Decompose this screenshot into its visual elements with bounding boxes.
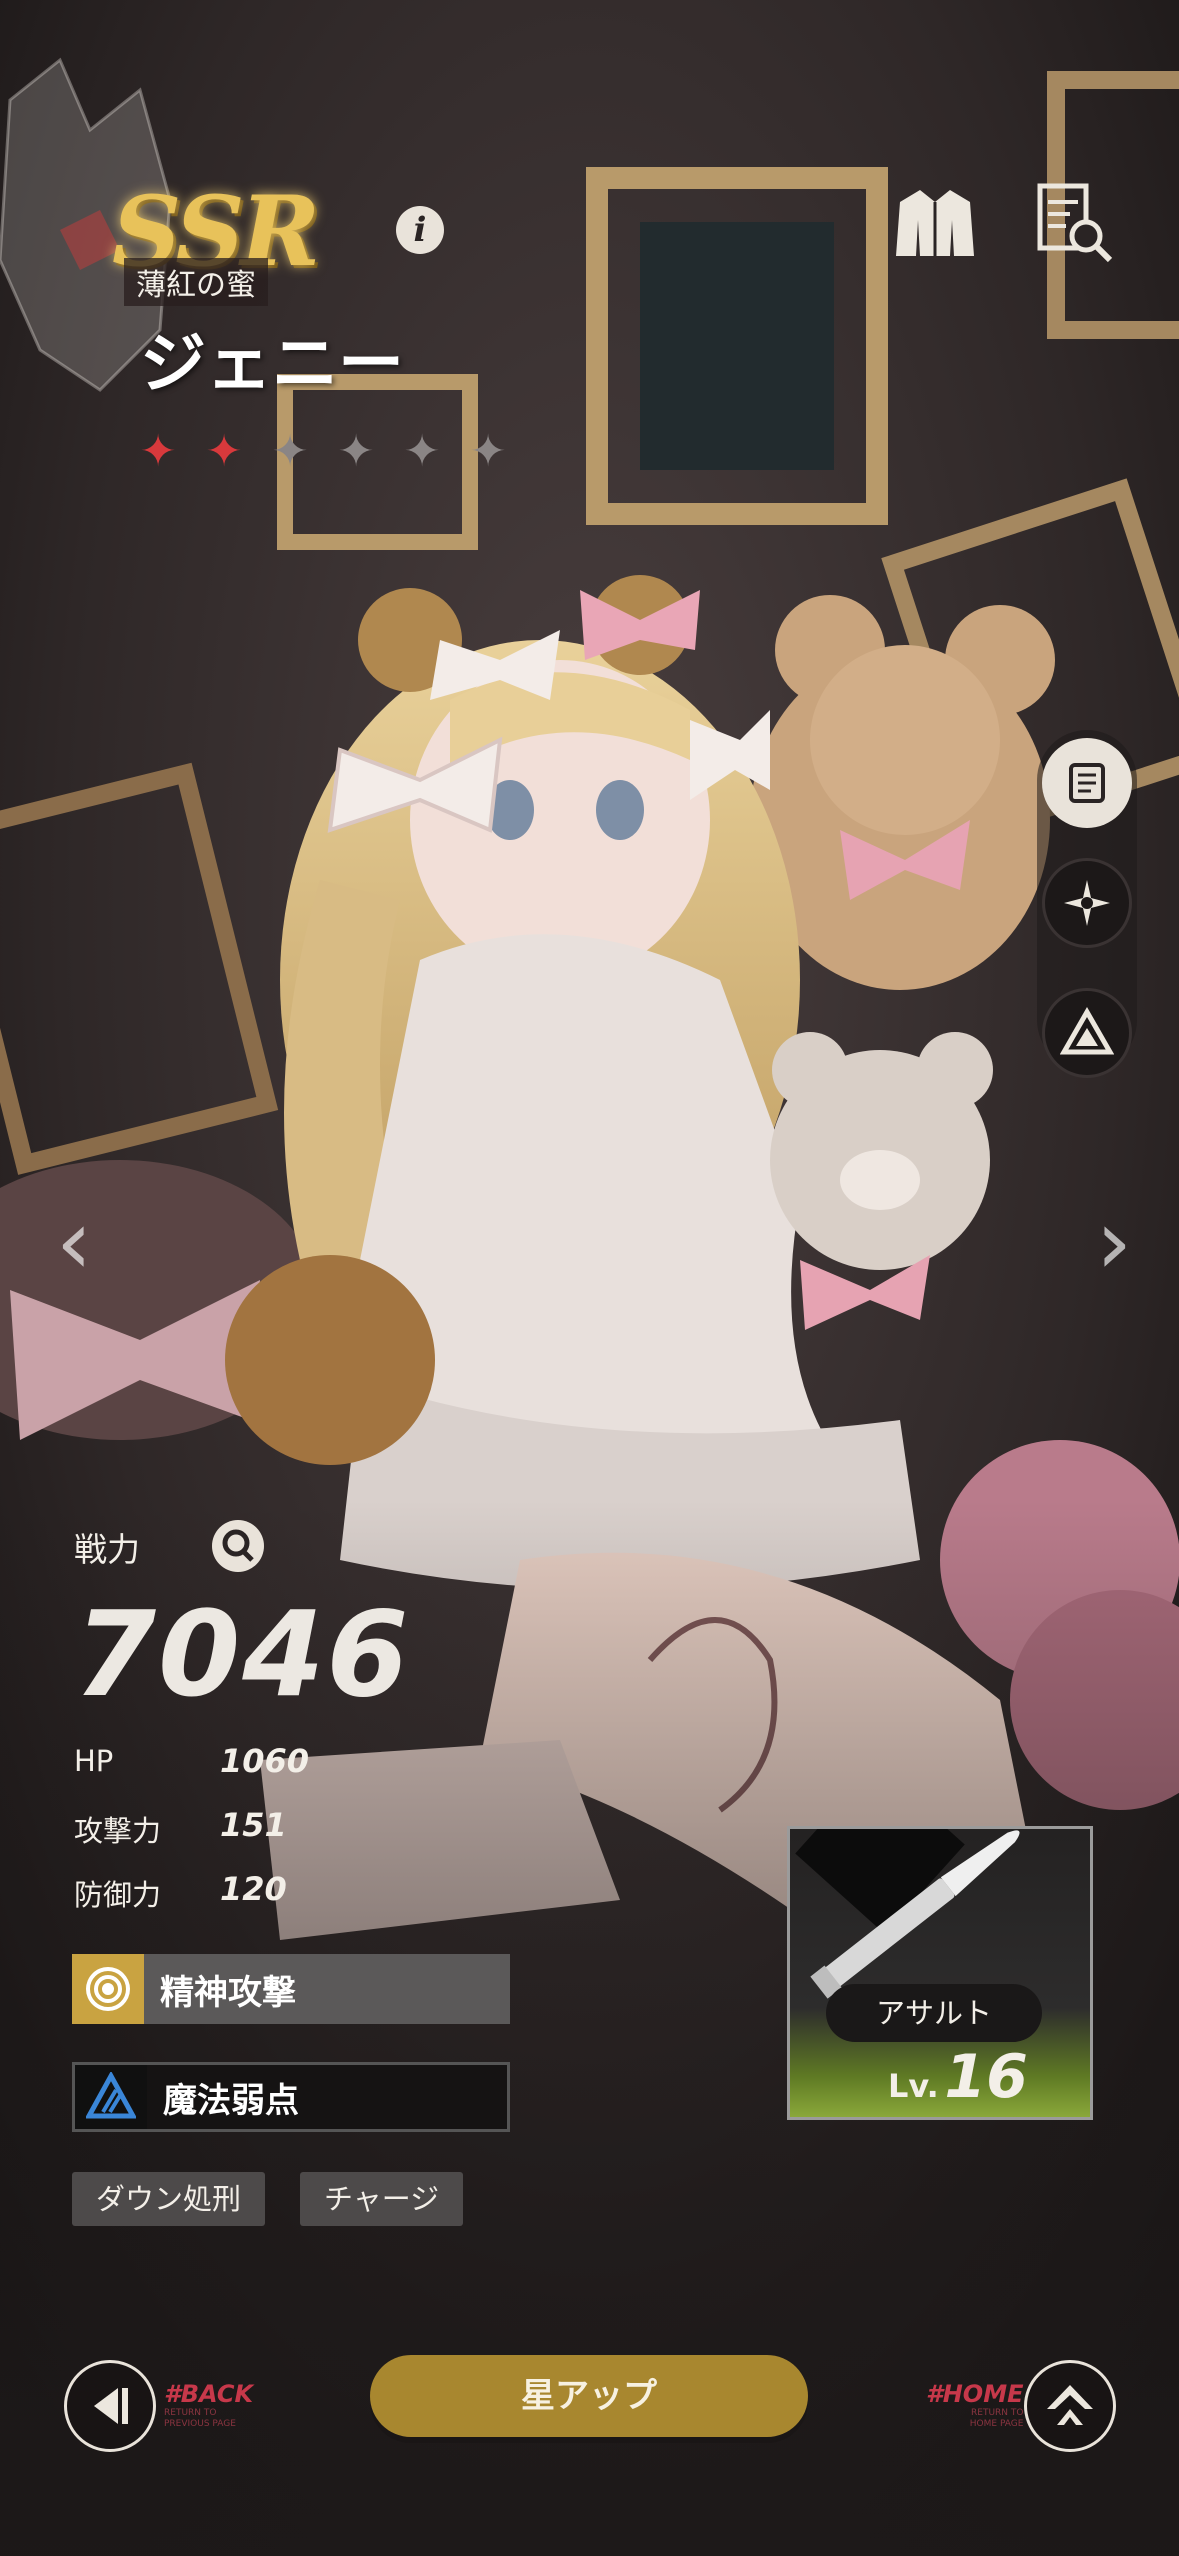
character-name: ジェニー: [140, 325, 404, 402]
back-caption: #BACK RETURN TO PREVIOUS PAGE: [164, 2380, 253, 2430]
triangle-emblem-icon[interactable]: [1042, 988, 1132, 1078]
jacket-icon[interactable]: [892, 180, 978, 266]
attack-attribute-badge[interactable]: 精神攻撃: [72, 1954, 510, 2024]
home-caption: #HOME RETURN TO HOME PAGE: [926, 2380, 1023, 2430]
back-button[interactable]: [64, 2360, 156, 2452]
stat-value-attack: 151: [220, 1806, 287, 1844]
back-sub-line-2: PREVIOUS PAGE: [164, 2419, 236, 2429]
weapon-level: Lv. 16: [888, 2042, 1028, 2112]
weakness-badge[interactable]: 魔法弱点: [72, 2062, 510, 2132]
star-rating: ✦ ✦ ✦ ✦ ✦ ✦: [136, 430, 510, 474]
back-arrow-icon: [94, 2388, 128, 2424]
stat-value-defense: 120: [220, 1870, 287, 1908]
star-empty-icon: ✦: [469, 426, 507, 477]
home-icon: [1047, 2385, 1093, 2425]
weapon-level-label: Lv.: [888, 2067, 939, 2105]
stat-label-hp: HP: [74, 1744, 114, 1778]
power-details-icon[interactable]: [212, 1520, 264, 1572]
attack-attribute-label: 精神攻撃: [160, 1972, 296, 2013]
character-subtitle: 薄紅の蜜: [124, 258, 268, 306]
scroll-icon[interactable]: [1042, 738, 1132, 828]
star-filled-icon: ✦: [205, 426, 243, 477]
star-empty-icon: ✦: [403, 426, 441, 477]
previous-character-arrow[interactable]: ‹: [56, 1190, 92, 1295]
back-sub-line-1: RETURN TO: [164, 2408, 217, 2418]
star-empty-icon: ✦: [271, 426, 309, 477]
burst-icon[interactable]: [1042, 858, 1132, 948]
weapon-type-label: アサルト: [826, 1984, 1042, 2042]
tag-charge: チャージ: [300, 2172, 464, 2226]
weakness-label: 魔法弱点: [163, 2080, 299, 2121]
home-sub-line-1: RETURN TO: [971, 2408, 1024, 2418]
home-sub-line-2: HOME PAGE: [969, 2419, 1024, 2429]
stat-value-hp: 1060: [220, 1742, 310, 1780]
star-up-button[interactable]: 星アップ: [370, 2355, 808, 2437]
document-search-icon[interactable]: [1030, 180, 1116, 266]
triangle-weakness-icon: [75, 2065, 147, 2129]
home-button[interactable]: [1024, 2360, 1116, 2452]
next-character-arrow[interactable]: ›: [1096, 1190, 1132, 1295]
tag-down-execute: ダウン処刑: [72, 2172, 266, 2226]
weapon-level-value: 16: [944, 2042, 1028, 2112]
stat-label-defense: 防御力: [74, 1878, 162, 1912]
home-hash-label: #HOME: [926, 2380, 1024, 2408]
info-icon[interactable]: i: [396, 206, 444, 254]
stat-label-attack: 攻撃力: [74, 1814, 162, 1848]
target-icon: [72, 1954, 144, 2024]
star-filled-icon: ✦: [139, 426, 177, 477]
power-label: 戦力: [74, 1530, 140, 1569]
star-empty-icon: ✦: [337, 426, 375, 477]
back-hash-label: #BACK: [164, 2380, 254, 2408]
power-value: 7046: [74, 1585, 411, 1723]
